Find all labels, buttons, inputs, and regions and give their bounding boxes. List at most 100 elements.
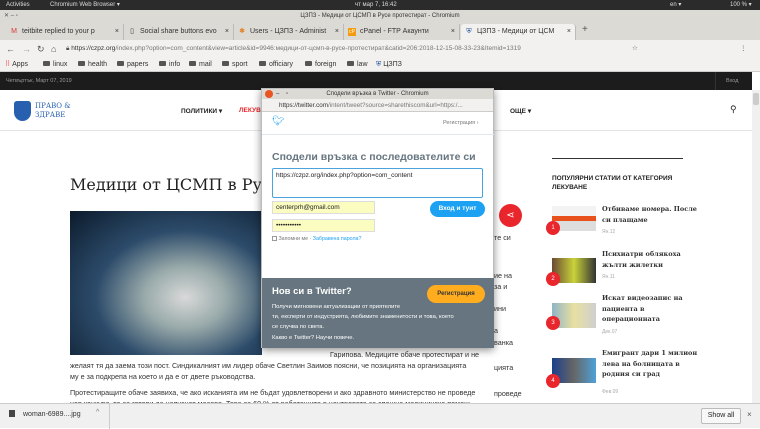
item-title[interactable]: Психиатри облякоха жълти жилетки (602, 249, 700, 270)
download-item[interactable]: woman-6989....jpg (23, 411, 81, 418)
tab-label: teitbite replied to your p (22, 28, 95, 35)
bookmark-apps[interactable]: ⠿ Apps (5, 58, 28, 72)
reload-icon[interactable]: ↻ (37, 40, 45, 58)
popup-url-bar[interactable]: https://twitter.com/intent/tweet?source=… (262, 99, 493, 112)
bookmark-folder[interactable]: sport (222, 58, 248, 72)
activities-button[interactable]: Activities (6, 0, 30, 10)
close-icon[interactable]: × (451, 24, 455, 40)
bookmark-folder[interactable]: law (347, 58, 368, 72)
site-logo[interactable]: ПРАВО & ЗДРАВЕ (35, 102, 70, 120)
window-title: ЦЗПЗ - Медици от ЦСМП в Русе протестират… (300, 13, 460, 19)
article-text: Гарипова. Медиците обаче протестират и н… (330, 350, 480, 359)
window-controls[interactable]: ✕ – ▫ (4, 10, 18, 22)
signup-link[interactable]: Регистрация › (443, 120, 479, 126)
share-heading: Сподели връзка с последователите си (272, 151, 476, 163)
bookmark-label: ЦЗПЗ (383, 61, 402, 68)
bookmark-folder[interactable]: papers (117, 58, 148, 72)
clock[interactable]: чт мар 7, 16:42 (355, 0, 397, 10)
signup-button[interactable]: Регистрация (427, 285, 485, 303)
gmail-icon: M (11, 28, 17, 35)
tab-label: Social share buttons evo (140, 28, 217, 35)
tweet-textarea[interactable]: https://czpz.org/index.php?option=com_co… (272, 168, 483, 198)
battery-indicator[interactable]: 100 % ▾ (730, 0, 752, 10)
item-date: Дек.07 (602, 329, 618, 335)
article-paragraph-1: желаят тя да заема този пост. Синдикални… (70, 360, 466, 382)
text-line: ти, експерти от индустрията, любимите зн… (272, 314, 454, 320)
item-title[interactable]: Искат видеозапис на пациента в операцион… (602, 293, 700, 325)
logo-shield-icon[interactable] (14, 101, 31, 121)
item-date: Ян.12 (602, 229, 616, 235)
bookmark-folder[interactable]: health (78, 58, 107, 72)
scrollbar-thumb[interactable] (753, 93, 759, 105)
bookmark-folder[interactable]: officiary (259, 58, 293, 72)
show-all-button[interactable]: Show all (701, 408, 741, 424)
tab-gmail[interactable]: Mteitbite replied to your p × (6, 24, 124, 40)
tab-label: ЦЗПЗ - Медици от ЦСМ (477, 28, 555, 35)
url-path: /index.php?option=com_content&view=artic… (115, 45, 521, 52)
text-fragment: проведе (494, 389, 522, 398)
window-title-bar: ✕ – ▫ ЦЗПЗ - Медици от ЦСМП в Русе проте… (0, 10, 760, 22)
bookmark-folder[interactable]: linux (43, 58, 67, 72)
share-button[interactable]: ⋖ (499, 204, 522, 227)
nav-politiki[interactable]: ПОЛИТИКИ ▾ (181, 107, 222, 115)
back-icon[interactable]: ← (6, 40, 15, 58)
bookmark-folder[interactable]: mail (189, 58, 212, 72)
tab-cpanel[interactable]: cP cPanel - FTP Акаунти × (344, 24, 460, 40)
item-title[interactable]: Емигрант дари 1 милион лева на болницата… (602, 348, 700, 380)
search-icon[interactable]: ⚲ (730, 104, 737, 115)
page-scrollbar[interactable] (752, 90, 760, 403)
close-icon[interactable]: × (225, 24, 229, 40)
new-description: Получи мигновени актуализации от приятел… (272, 302, 454, 332)
item-title[interactable]: Отбиваме номера. После си плащаме (602, 204, 700, 225)
language-indicator[interactable]: en ▾ (670, 0, 681, 10)
logo-text: ЗДРАВЕ (35, 111, 66, 119)
close-icon[interactable]: × (567, 24, 571, 40)
popup-title-bar: – ▫ Сподели връзка в Twitter - Chromium (262, 89, 493, 99)
bookmark-czpz[interactable]: ⛨ ЦЗПЗ (376, 58, 402, 72)
popup-title: Сподели връзка в Twitter - Chromium (326, 91, 429, 97)
twitter-bird-icon[interactable]: 🐦︎ (272, 116, 285, 127)
cpanel-icon: cP (348, 28, 356, 36)
minimize-icon[interactable]: – (276, 89, 279, 99)
apps-icon: ⠿ (5, 61, 11, 68)
bookmark-folder[interactable]: info (159, 58, 180, 72)
close-icon[interactable]: × (335, 24, 339, 40)
star-icon[interactable]: ☆ (632, 40, 638, 58)
password-field[interactable]: ••••••••••• (272, 219, 375, 232)
nav-oshte[interactable]: ОЩЕ ▾ (510, 107, 531, 115)
new-tab-button[interactable]: + (582, 24, 588, 35)
nav-lekuvane[interactable]: ЛЕКУВ (239, 107, 261, 114)
text-fragment: ие на (494, 271, 512, 280)
home-icon[interactable]: ⌂ (51, 40, 56, 58)
text-fragment: цията (494, 363, 514, 372)
remember-checkbox[interactable] (272, 236, 277, 242)
text-fragment: ванка (494, 338, 514, 347)
rank-badge: 4 (546, 374, 560, 388)
tab-label: Users - ЦЗПЗ - Administ (250, 28, 327, 35)
tab-social-share[interactable]: ▯ Social share buttons evo × (124, 24, 234, 40)
app-menu[interactable]: Chromium Web Browser ▾ (50, 0, 120, 10)
tab-users[interactable]: ✱ Users - ЦЗПЗ - Administ × (234, 24, 344, 40)
url-bar[interactable]: 🔒︎ https://czpz.org/index.php?option=com… (66, 40, 576, 58)
chevron-up-icon[interactable]: ^ (96, 409, 99, 416)
rank-badge: 2 (546, 272, 560, 286)
bookmark-folder[interactable]: foreign (305, 58, 336, 72)
learn-more-link[interactable]: Какво е Twitter? Научи повече. (272, 335, 354, 341)
login-tweet-button[interactable]: Вход и туит (430, 201, 485, 217)
joomla-icon: ✱ (239, 28, 245, 35)
forward-icon[interactable]: → (22, 40, 31, 58)
login-link[interactable]: Вход (715, 72, 752, 90)
close-icon[interactable]: × (115, 24, 119, 40)
shield-icon: ⛨ (376, 61, 382, 68)
close-icon[interactable] (265, 90, 273, 98)
remember-label[interactable]: Запомни ме (278, 236, 308, 242)
tab-czpz-active[interactable]: ⛨ ЦЗПЗ - Медици от ЦСМ × (461, 24, 576, 40)
item-date: Ян.11 (602, 274, 615, 280)
maximize-icon[interactable]: ▫ (286, 89, 288, 99)
email-field[interactable]: centerprh@gmail.com (272, 201, 375, 214)
forgot-password-link[interactable]: Забравена парола? (313, 236, 362, 242)
text-line: му е за подкрепа на което и да е от двет… (70, 372, 256, 381)
menu-icon[interactable]: ⋮ (740, 40, 747, 58)
heading-line: ПОПУЛЯРНИ СТАТИИ ОТ КАТЕГОРИЯ (552, 175, 673, 182)
close-icon[interactable]: × (747, 410, 752, 419)
